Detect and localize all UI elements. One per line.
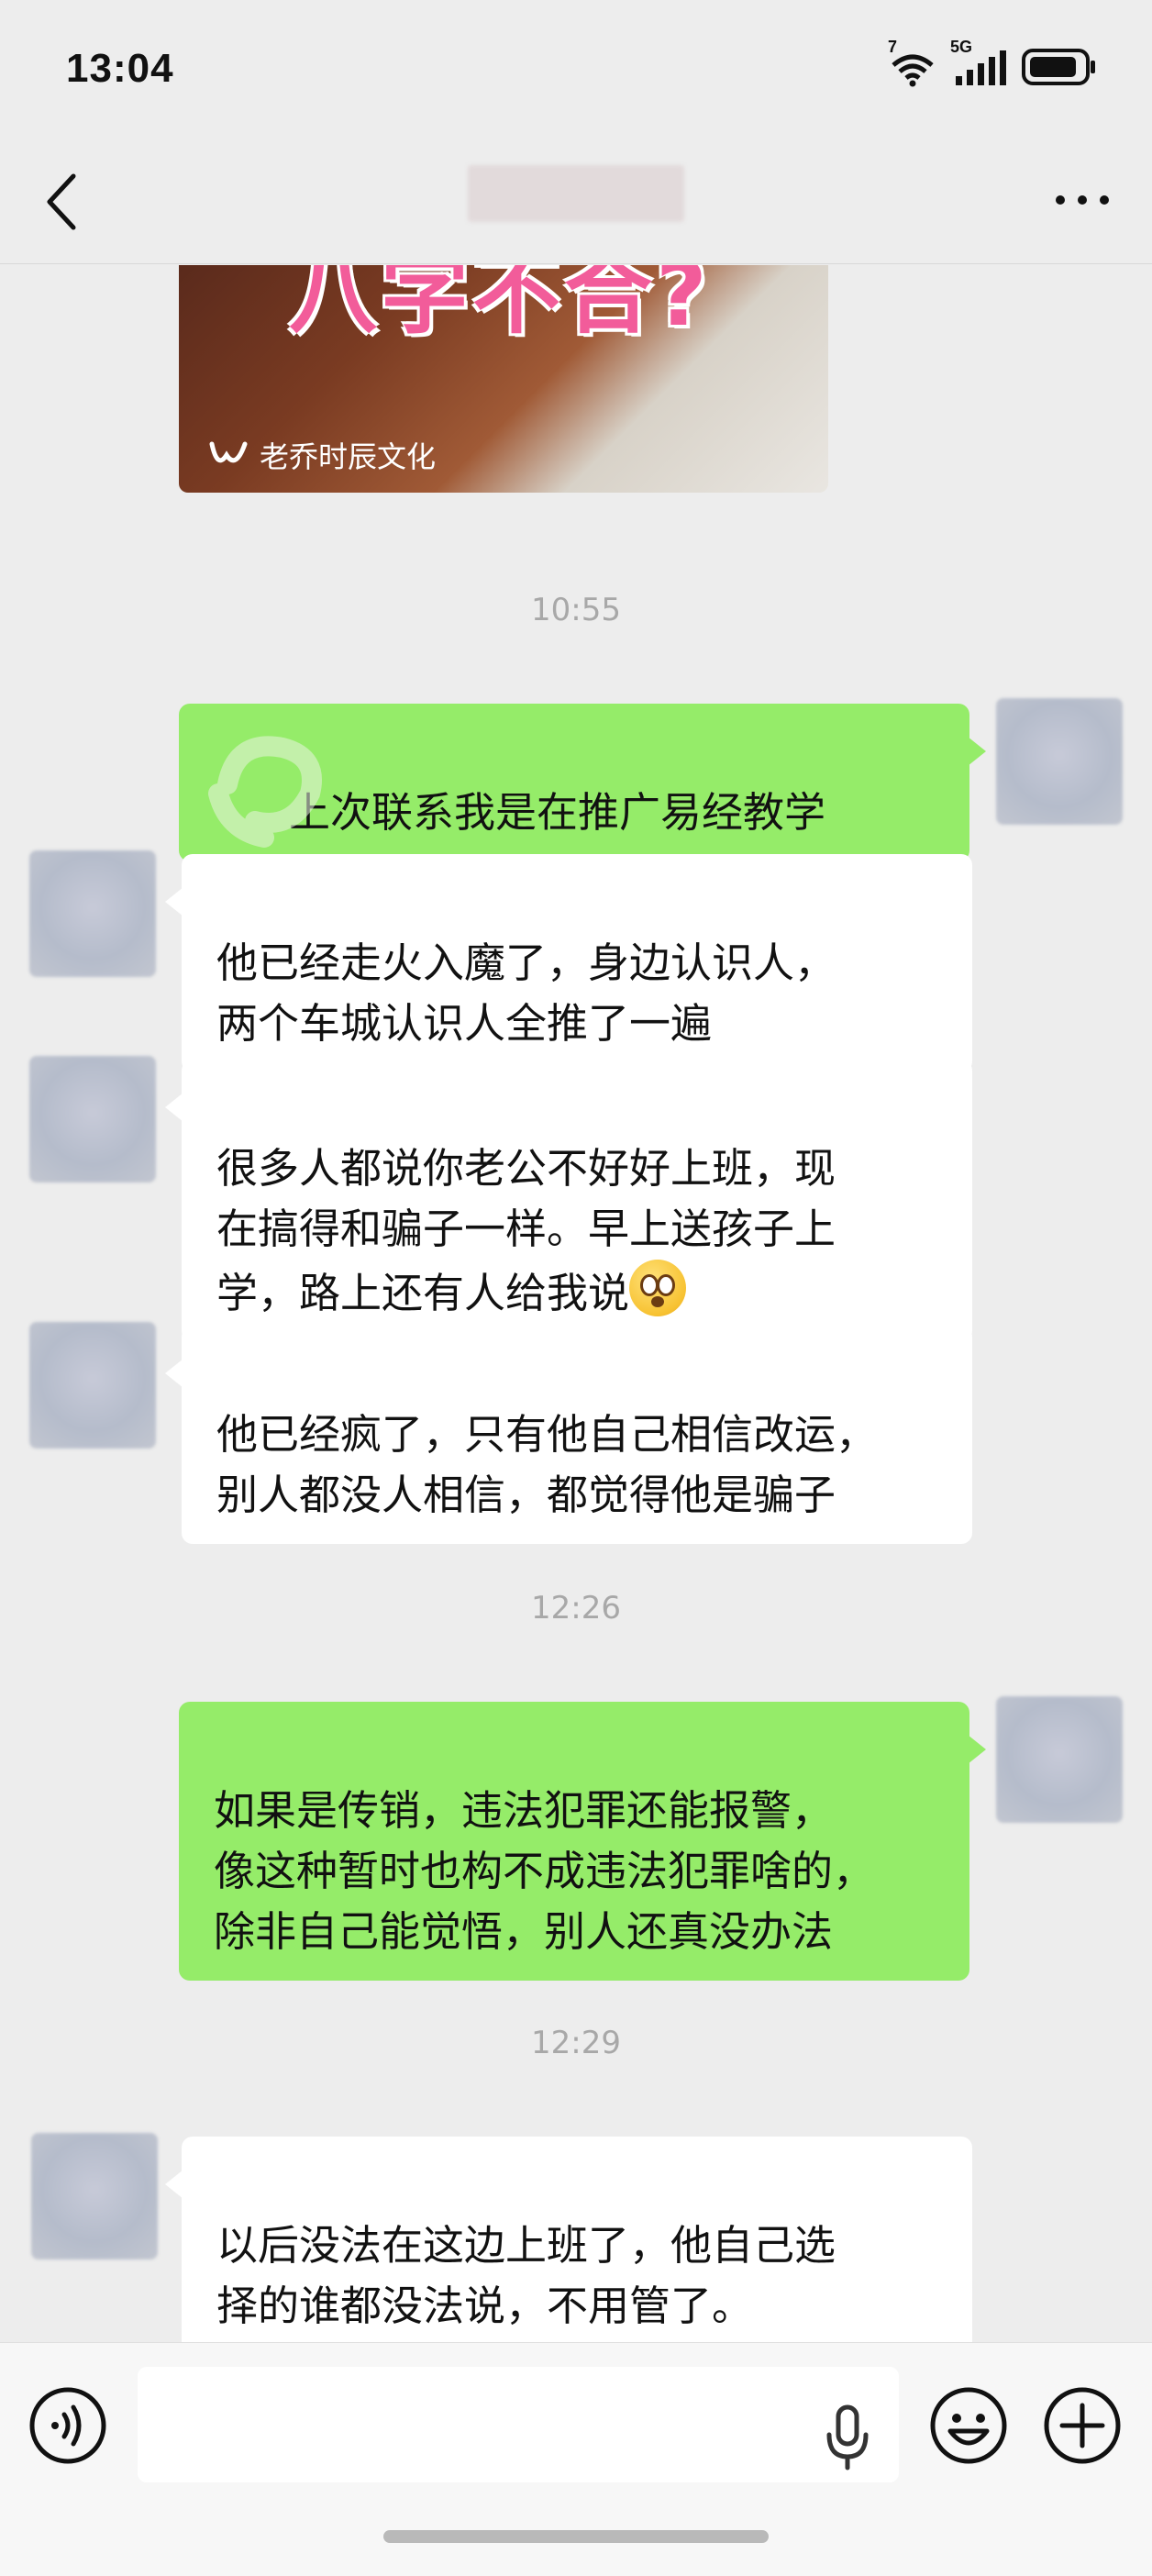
network-label: 5G <box>950 38 973 56</box>
video-source-name: 老乔时辰文化 <box>260 439 437 474</box>
message-text: 他已经疯了，只有他自己相信改运， 别人都没人相信，都觉得他是骗子 <box>216 1410 878 1519</box>
contact-avatar[interactable] <box>29 1056 156 1183</box>
emoji-icon <box>930 2387 1007 2464</box>
status-icons: 7 5G <box>888 38 1097 90</box>
timestamp: 12:29 <box>531 2025 621 2061</box>
plus-button[interactable] <box>1042 2385 1123 2466</box>
my-avatar[interactable] <box>996 1696 1123 1823</box>
outgoing-message[interactable]: 如果是传销，违法犯罪还能报警， 像这种暂时也构不成违法犯罪啥的， 除非自己能觉悟… <box>179 1702 986 1981</box>
battery-icon <box>1022 48 1097 90</box>
my-avatar[interactable] <box>996 698 1123 825</box>
status-bar: 13:04 7 5G <box>0 0 1152 138</box>
chat-messages[interactable]: 八字不合? 老乔时辰文化 10:55 上次联系我是在推广易经教学 他已经走火入魔… <box>0 265 1152 2342</box>
message-text: 他已经走火入魔了，身边认识人， 两个车城认识人全推了一遍 <box>216 938 836 1048</box>
message-input[interactable] <box>138 2367 899 2482</box>
more-dots-icon <box>1056 195 1109 205</box>
back-button[interactable] <box>37 163 101 237</box>
channels-logo-icon <box>209 441 248 463</box>
incoming-message[interactable]: 很多人都说你老公不好好上班，现 在搞得和骗子一样。早上送孩子上 学，路上还有人给… <box>165 1060 972 1342</box>
video-source: 老乔时辰文化 <box>208 434 436 476</box>
more-button[interactable] <box>1046 174 1119 226</box>
incoming-message[interactable]: 他已经疯了，只有他自己相信改运， 别人都没人相信，都觉得他是骗子 <box>165 1326 972 1544</box>
incoming-message[interactable]: 他已经走火入魔了，身边认识人， 两个车城认识人全推了一遍 <box>165 854 972 1072</box>
microphone-icon[interactable] <box>824 2404 871 2471</box>
wifi-label: 7 <box>888 38 898 56</box>
message-text: 以后没法在这边上班了，他自己选 择的谁都没法说，不用管了。 <box>216 2221 836 2330</box>
emoji-button[interactable] <box>928 2385 1009 2466</box>
message-text: 很多人都说你老公不好好上班，现 在搞得和骗子一样。早上送孩子上 学，路上还有人给… <box>216 1144 836 1317</box>
status-time: 13:04 <box>66 46 174 91</box>
video-card[interactable]: 八字不合? 老乔时辰文化 <box>179 265 828 493</box>
incoming-message[interactable]: 以后没法在这边上班了，他自己选 择的谁都没法说，不用管了。 <box>165 2137 972 2342</box>
plus-icon <box>1044 2387 1121 2464</box>
video-headline: 八字不合? <box>289 265 711 346</box>
chat-header <box>0 138 1152 264</box>
signal-icon: 5G <box>950 38 1009 87</box>
voice-toggle-button[interactable] <box>28 2385 108 2466</box>
contact-name-redacted <box>468 165 684 222</box>
home-indicator[interactable] <box>383 2530 769 2543</box>
timestamp: 10:55 <box>531 592 621 628</box>
voice-icon <box>29 2387 106 2464</box>
contact-avatar[interactable] <box>29 1322 156 1449</box>
flushed-emoji-icon <box>629 1260 687 1316</box>
contact-avatar[interactable] <box>31 2133 158 2260</box>
contact-avatar[interactable] <box>29 850 156 977</box>
message-text: 如果是传销，违法犯罪还能报警， 像这种暂时也构不成违法犯罪啥的， 除非自己能觉悟… <box>214 1786 875 1956</box>
watermark-logo-icon <box>208 736 322 848</box>
chevron-left-icon <box>47 173 76 230</box>
timestamp: 12:26 <box>531 1590 621 1627</box>
wifi-icon: 7 <box>888 38 937 87</box>
message-text: 上次联系我是在推广易经教学 <box>289 788 826 837</box>
